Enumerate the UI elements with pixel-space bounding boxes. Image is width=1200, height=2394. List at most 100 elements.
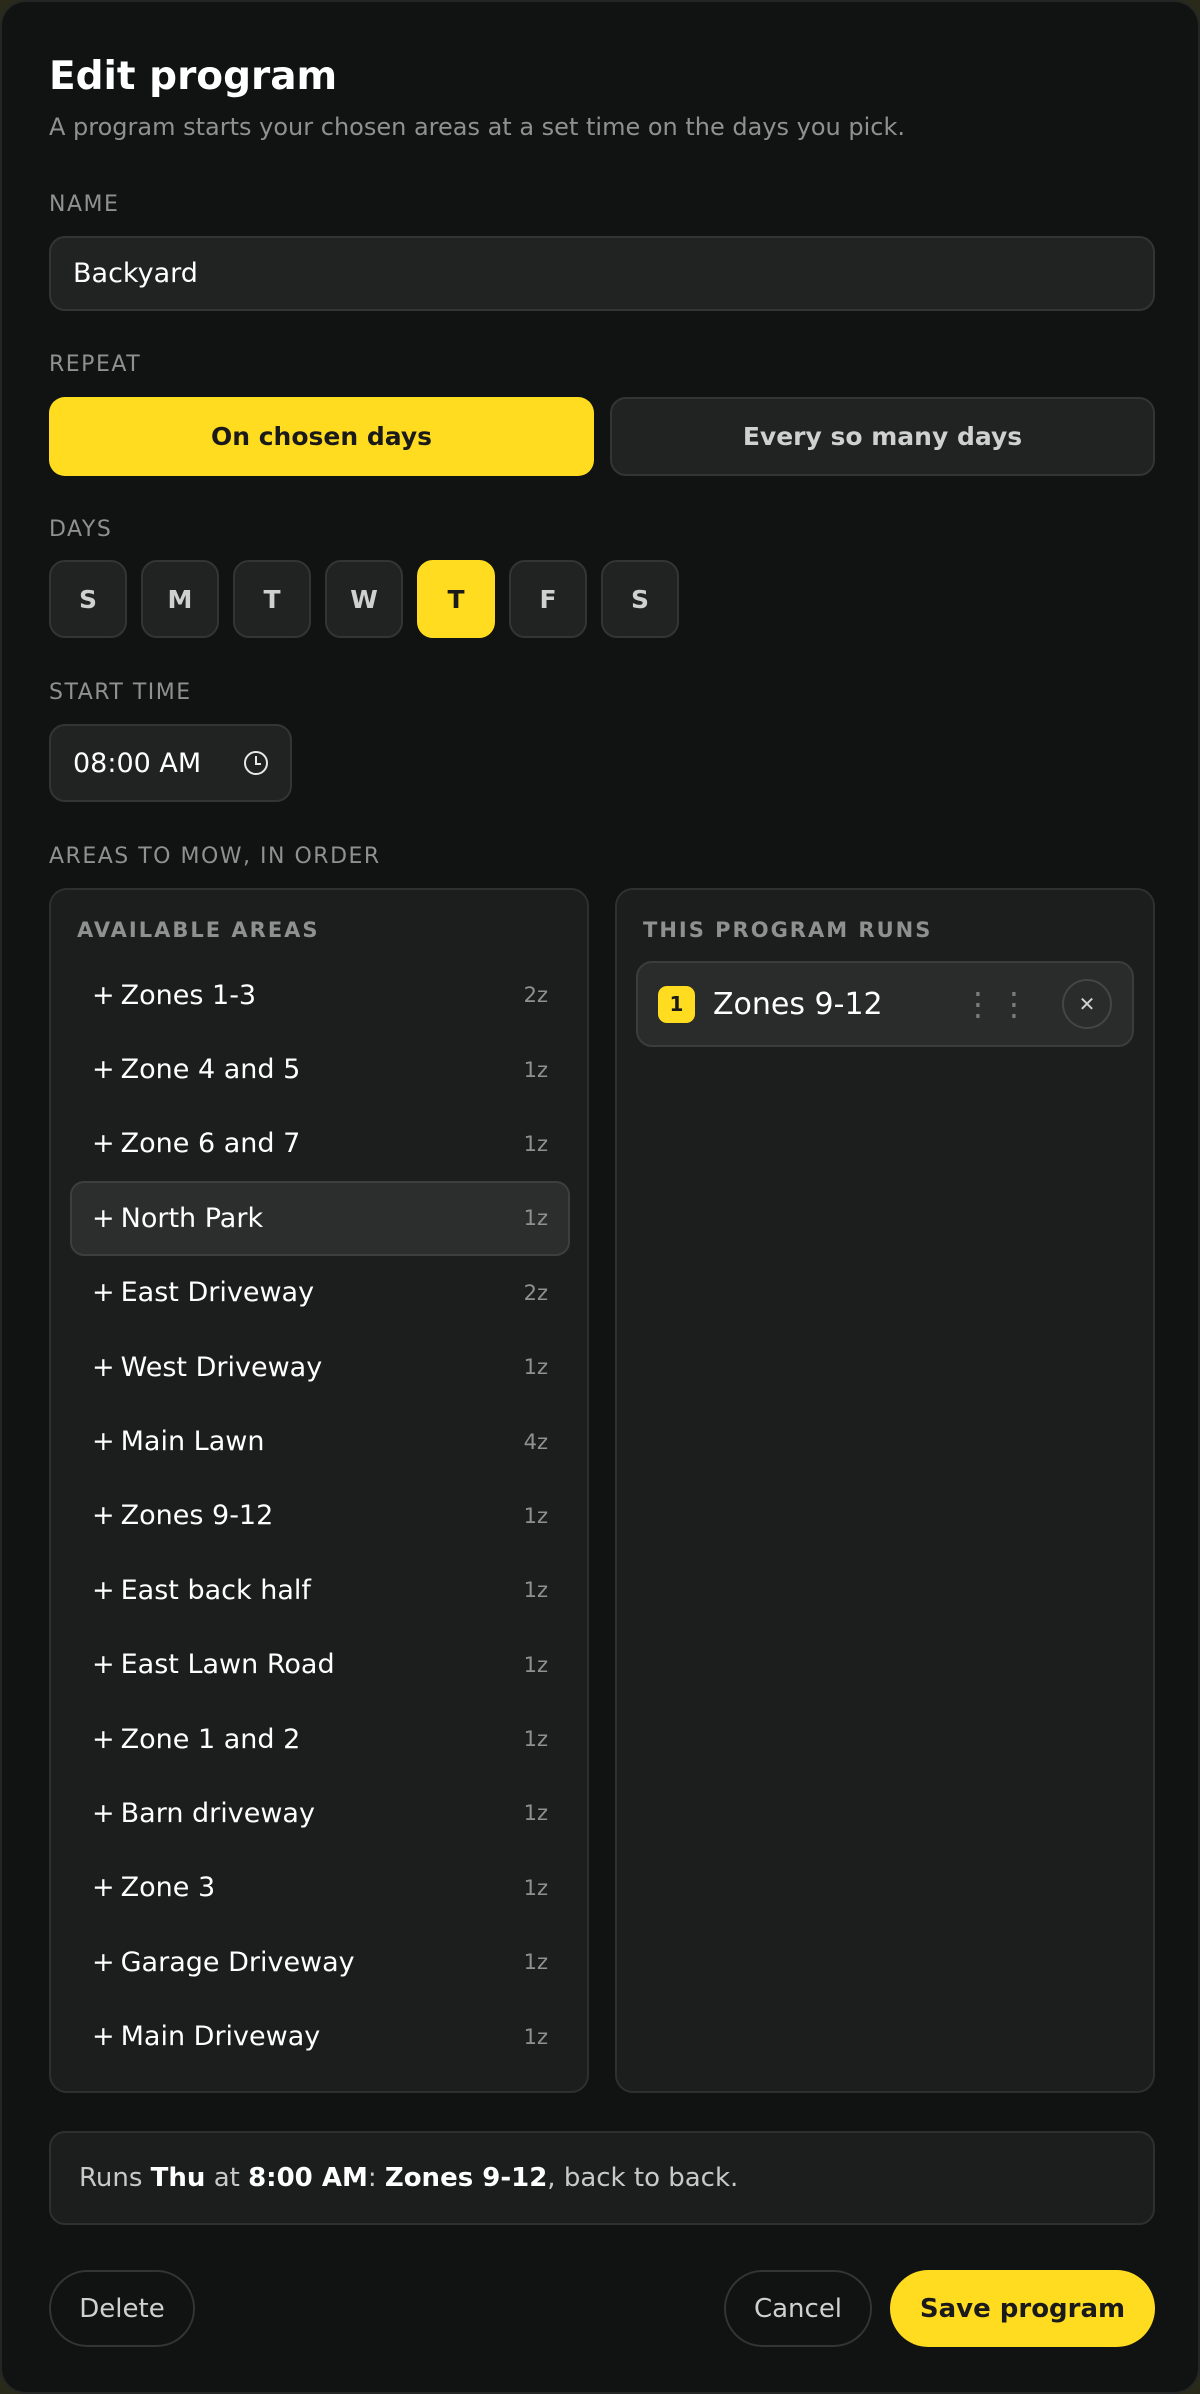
summary-time: 8:00 AM xyxy=(248,2163,368,2193)
available-area-item[interactable]: + Main Lawn 4z xyxy=(70,1404,570,1478)
available-area-count: 2z xyxy=(523,1280,548,1305)
plus-icon: + xyxy=(92,1946,115,1978)
available-area-name: West Driveway xyxy=(120,1351,323,1383)
close-icon: ✕ xyxy=(1078,992,1096,1016)
available-area-count: 1z xyxy=(523,1131,548,1156)
day-friday[interactable]: F xyxy=(509,560,587,638)
available-area-item[interactable]: + Zone 6 and 7 1z xyxy=(70,1107,570,1181)
available-area-item[interactable]: + Zone 3 1z xyxy=(70,1851,570,1925)
available-area-name: Zone 4 and 5 xyxy=(120,1054,301,1086)
available-area-name: Main Driveway xyxy=(120,2021,321,2053)
available-area-item[interactable]: + East back half 1z xyxy=(70,1553,570,1627)
plus-icon: + xyxy=(92,1574,115,1606)
available-area-count: 1z xyxy=(523,1875,548,1900)
available-areas-list: + Zones 1-3 2z + Zone 4 and 5 1z + Zone 6 and 7… xyxy=(70,958,570,2074)
available-area-name: Zone 1 and 2 xyxy=(120,1723,301,1755)
plus-icon: + xyxy=(92,2021,115,2053)
plus-icon: + xyxy=(92,979,115,1011)
cancel-button[interactable]: Cancel xyxy=(724,2270,872,2347)
day-thursday[interactable]: T xyxy=(417,560,495,638)
day-sunday[interactable]: S xyxy=(49,560,127,638)
available-area-item[interactable]: + Zones 1-3 2z xyxy=(70,958,570,1032)
plus-icon: + xyxy=(92,1649,115,1681)
available-area-name: Zones 1-3 xyxy=(120,979,257,1011)
available-area-name: East back half xyxy=(120,1574,311,1606)
available-area-count: 2z xyxy=(523,983,548,1008)
run-order-badge: 1 xyxy=(658,985,695,1023)
available-area-count: 1z xyxy=(523,1652,548,1677)
page-subtitle: A program starts your chosen areas at a … xyxy=(49,113,906,141)
save-program-button[interactable]: Save program xyxy=(890,2270,1155,2347)
summary-day: Thu xyxy=(150,2163,206,2193)
available-area-item[interactable]: + Garage Driveway 1z xyxy=(70,1925,570,1999)
run-item[interactable]: 1 Zones 9-12 ⋮⋮ ✕ xyxy=(636,961,1134,1047)
summary-areas: Zones 9-12 xyxy=(384,2163,548,2193)
available-area-count: 1z xyxy=(523,2024,548,2049)
program-runs-title: THIS PROGRAM RUNS xyxy=(643,918,933,942)
available-area-count: 4z xyxy=(523,1429,548,1454)
available-area-name: East Lawn Road xyxy=(120,1649,335,1681)
plus-icon: + xyxy=(92,1351,115,1383)
available-area-name: Zone 3 xyxy=(120,1872,216,1904)
available-areas-panel: AVAILABLE AREAS + Zones 1-3 2z + Zone 4 and … xyxy=(49,888,589,2093)
plus-icon: + xyxy=(92,1426,115,1458)
available-area-item[interactable]: + Barn driveway 1z xyxy=(70,1776,570,1850)
available-area-name: Garage Driveway xyxy=(120,1946,355,1978)
available-area-item[interactable]: + Main Driveway 1z xyxy=(70,1999,570,2073)
available-area-count: 1z xyxy=(523,1206,548,1231)
available-area-item[interactable]: + Zone 1 and 2 1z xyxy=(70,1702,570,1776)
available-area-name: North Park xyxy=(120,1202,264,1234)
plus-icon: + xyxy=(92,1202,115,1234)
plus-icon: + xyxy=(92,1723,115,1755)
day-tuesday[interactable]: T xyxy=(233,560,311,638)
available-areas-title: AVAILABLE AREAS xyxy=(77,918,320,942)
edit-program-dialog: Edit program A program starts your chose… xyxy=(0,0,1200,2394)
plus-icon: + xyxy=(92,1277,115,1309)
plus-icon: + xyxy=(92,1797,115,1829)
available-area-item[interactable]: + Zones 9-12 1z xyxy=(70,1479,570,1553)
available-area-name: Barn driveway xyxy=(120,1797,315,1829)
run-item-name: Zones 9-12 xyxy=(713,986,883,1022)
available-area-item[interactable]: + East Lawn Road 1z xyxy=(70,1628,570,1702)
available-area-count: 1z xyxy=(523,1355,548,1380)
available-area-item[interactable]: + North Park 1z xyxy=(70,1181,570,1256)
remove-run-button[interactable]: ✕ xyxy=(1062,979,1112,1029)
program-summary: Runs Thu at 8:00 AM : Zones 9-12 , back … xyxy=(49,2131,1155,2225)
available-area-name: East Driveway xyxy=(120,1277,315,1309)
available-area-count: 1z xyxy=(523,1950,548,1975)
repeat-option-every-n-days[interactable]: Every so many days xyxy=(610,397,1155,476)
available-area-name: Zones 9-12 xyxy=(120,1500,274,1532)
day-wednesday[interactable]: W xyxy=(325,560,403,638)
name-label: NAME xyxy=(49,192,120,217)
clock-icon[interactable] xyxy=(244,751,268,775)
summary-colon: : xyxy=(367,2163,385,2193)
available-area-count: 1z xyxy=(523,1801,548,1826)
available-area-name: Main Lawn xyxy=(120,1426,265,1458)
plus-icon: + xyxy=(92,1500,115,1532)
day-saturday[interactable]: S xyxy=(601,560,679,638)
start-time-input[interactable]: 08:00 AM xyxy=(49,724,292,802)
drag-handle-icon[interactable]: ⋮⋮ xyxy=(962,985,1034,1023)
available-area-count: 1z xyxy=(523,1503,548,1528)
summary-at: at xyxy=(205,2163,249,2193)
repeat-option-chosen-days[interactable]: On chosen days xyxy=(49,397,594,476)
summary-prefix: Runs xyxy=(79,2163,151,2193)
delete-button[interactable]: Delete xyxy=(49,2270,195,2347)
areas-label: AREAS TO MOW, IN ORDER xyxy=(49,844,381,869)
start-time-value: 08:00 AM xyxy=(73,747,202,779)
page-title: Edit program xyxy=(49,54,338,99)
days-picker: S M T W T F S xyxy=(49,560,679,638)
program-runs-panel: THIS PROGRAM RUNS 1 Zones 9-12 ⋮⋮ ✕ xyxy=(615,888,1155,2093)
plus-icon: + xyxy=(92,1054,115,1086)
days-label: DAYS xyxy=(49,517,113,542)
day-monday[interactable]: M xyxy=(141,560,219,638)
available-area-count: 1z xyxy=(523,1057,548,1082)
available-area-item[interactable]: + Zone 4 and 5 1z xyxy=(70,1032,570,1106)
plus-icon: + xyxy=(92,1872,115,1904)
available-area-item[interactable]: + West Driveway 1z xyxy=(70,1330,570,1404)
available-area-name: Zone 6 and 7 xyxy=(120,1128,301,1160)
repeat-label: REPEAT xyxy=(49,352,142,377)
available-area-item[interactable]: + East Driveway 2z xyxy=(70,1256,570,1330)
name-input[interactable] xyxy=(49,236,1155,311)
available-area-count: 1z xyxy=(523,1727,548,1752)
